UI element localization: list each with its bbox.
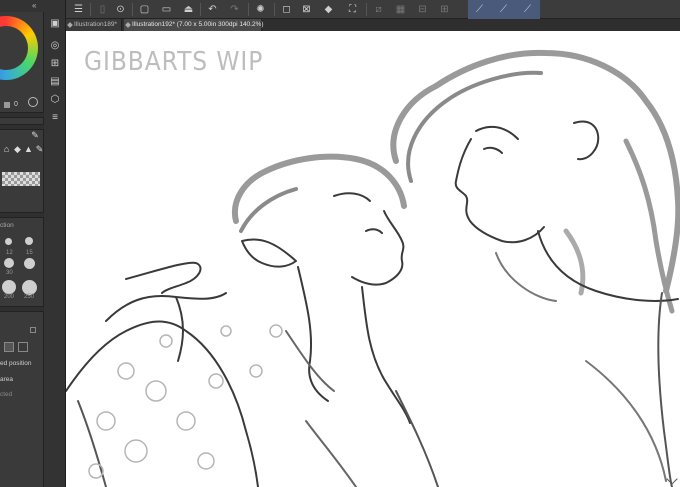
separator bbox=[248, 3, 249, 16]
separator bbox=[366, 3, 367, 16]
brush-size-label: 250 bbox=[24, 294, 35, 300]
snap-special-ruler-icon[interactable]: ⟋ bbox=[473, 3, 486, 16]
clear-icon[interactable]: ◻ bbox=[280, 3, 293, 16]
separator bbox=[132, 3, 133, 16]
undo-icon[interactable]: ↶ bbox=[206, 3, 219, 16]
brush-size-dot[interactable] bbox=[24, 258, 35, 269]
bucket-subtool-icon[interactable]: ▲ bbox=[24, 144, 33, 154]
tab-status-icon bbox=[125, 22, 131, 28]
tab-label: Illustration192* (7.00 x 5.00in 300dpi 1… bbox=[132, 21, 264, 28]
tab-illustration192[interactable]: Illustration192* (7.00 x 5.00in 300dpi 1… bbox=[124, 19, 264, 31]
separator bbox=[90, 3, 91, 16]
tool-option-label: cted bbox=[0, 391, 13, 398]
fill-subtool-icon[interactable]: ◆ bbox=[13, 144, 22, 154]
panel-icon[interactable]: ▣ bbox=[49, 18, 61, 30]
brush-size-dot[interactable] bbox=[2, 280, 16, 294]
color-wheel[interactable] bbox=[0, 16, 38, 80]
panel-divider bbox=[0, 212, 44, 218]
brush-size-label: 15 bbox=[26, 250, 33, 256]
grid-option-icon[interactable] bbox=[4, 342, 14, 352]
tool-icon-column: ▣ ◎ ⊞ ▤ ⬡ ≡ bbox=[44, 0, 66, 487]
color-value: 0 bbox=[14, 101, 18, 108]
brush-size-dot[interactable] bbox=[25, 237, 33, 245]
clear-selection-icon[interactable]: ⊠ bbox=[300, 3, 313, 16]
command-bar: ☰ ▯ ⊙ ▢ ▭ ⏏ ↶ ↷ ✺ ◻ ⊠ ◆ ⛶ ⧄ ▦ ⊟ ⊞ ⟋ ⟋ ⟋ bbox=[66, 0, 680, 19]
new-canvas-icon[interactable]: ▢ bbox=[138, 3, 151, 16]
pen-subtool-icon[interactable]: ⌂ bbox=[2, 144, 11, 154]
separator bbox=[274, 3, 275, 16]
brush-size-dot[interactable] bbox=[4, 258, 14, 268]
brush-size-label: 200 bbox=[4, 294, 15, 300]
subtool-row-2: ⌂ ◆ ▲ ✎ bbox=[0, 144, 44, 158]
tab-status-icon bbox=[67, 22, 73, 28]
open-icon[interactable]: ▭ bbox=[160, 3, 173, 16]
panel-divider bbox=[0, 112, 44, 118]
tab-label: Illustration189* bbox=[74, 21, 117, 28]
cube-icon[interactable]: ⬡ bbox=[49, 94, 61, 106]
sketch-drawing bbox=[66, 49, 680, 487]
brush-subtool-icon[interactable]: ✎ bbox=[35, 144, 44, 154]
separator bbox=[200, 3, 201, 16]
brush-size-section-label: ction bbox=[0, 222, 14, 229]
snap-ruler-icon[interactable]: ⊞ bbox=[438, 3, 451, 16]
layer-stack-icon[interactable]: ≡ bbox=[49, 112, 61, 124]
settings-icon[interactable] bbox=[28, 97, 38, 107]
snap-grid-icon[interactable]: ⟋ bbox=[521, 3, 534, 16]
tab-illustration189[interactable]: Illustration189* bbox=[66, 19, 122, 31]
subtool-row-1: ✎ bbox=[0, 130, 44, 144]
preview-icon[interactable]: ⊙ bbox=[114, 3, 127, 16]
lock-icon[interactable] bbox=[30, 327, 36, 333]
brush-size-label: 12 bbox=[6, 250, 13, 256]
drawing-canvas[interactable]: GIBBARTS WIP bbox=[66, 31, 680, 487]
tool-option-label: ed position bbox=[0, 360, 32, 367]
fill-icon[interactable]: ◆ bbox=[322, 3, 335, 16]
grid-option-icon[interactable] bbox=[18, 342, 28, 352]
tool-option-label: area bbox=[0, 376, 14, 383]
panel-divider bbox=[0, 306, 44, 312]
color-swatch-icon[interactable] bbox=[4, 102, 10, 108]
left-palette-panel: « 0 ✎ ⌂ ◆ ▲ ✎ ction 12 15 30 200 250 ed … bbox=[0, 0, 44, 487]
new-file-icon[interactable]: ▯ bbox=[96, 3, 109, 16]
loading-icon[interactable]: ✺ bbox=[254, 3, 267, 16]
tone-icon[interactable]: ▦ bbox=[394, 3, 407, 16]
eyedropper-icon[interactable]: ✎ bbox=[30, 130, 40, 140]
navigator-icon[interactable]: ◎ bbox=[49, 40, 61, 52]
transparent-color-swatch[interactable] bbox=[2, 172, 40, 186]
brush-size-dot[interactable] bbox=[5, 238, 12, 245]
brush-size-dot[interactable] bbox=[22, 280, 37, 295]
redo-icon[interactable]: ↷ bbox=[228, 3, 241, 16]
brush-size-label: 30 bbox=[6, 270, 13, 276]
hide-selection-icon[interactable]: ⧄ bbox=[372, 3, 385, 16]
save-icon[interactable]: ⏏ bbox=[182, 3, 195, 16]
layers-icon[interactable]: ▤ bbox=[49, 76, 61, 88]
transform-icon[interactable]: ⊞ bbox=[49, 58, 61, 70]
snap-line-icon[interactable]: ⟋ bbox=[497, 3, 510, 16]
ruler-icon[interactable]: ⊟ bbox=[416, 3, 429, 16]
palette-collapse-arrows[interactable]: « bbox=[0, 0, 44, 12]
menu-icon[interactable]: ☰ bbox=[72, 3, 85, 16]
document-tab-bar: Illustration189* Illustration192* (7.00 … bbox=[66, 19, 680, 31]
transform-icon[interactable]: ⛶ bbox=[346, 3, 359, 16]
